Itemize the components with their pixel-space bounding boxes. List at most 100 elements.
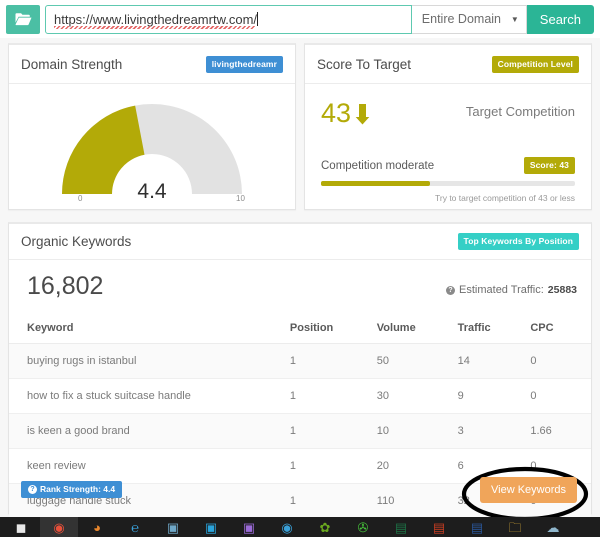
premiere-icon-glyph: ▣ <box>242 520 256 535</box>
cell-traffic: 9 <box>457 378 531 414</box>
green-app-icon-glyph: ✿ <box>319 520 331 535</box>
lightroom-icon-glyph: ▣ <box>166 520 180 535</box>
estimated-traffic-value: 25883 <box>547 284 577 296</box>
table-row[interactable]: buying rugs in istanbul 1 50 14 0 <box>9 343 591 379</box>
internet-explorer-icon-glyph: ℮ <box>131 520 139 535</box>
competition-note: Try to target competition of 43 or less <box>435 193 575 203</box>
top-keywords-badge: Top Keywords By Position <box>457 233 579 250</box>
chrome-icon-glyph: ◉ <box>53 520 65 535</box>
url-input-value: https://www.livingthedreamrtw.com/ <box>46 12 257 29</box>
search-button[interactable]: Search <box>526 4 594 34</box>
organic-keywords-title: Organic Keywords <box>21 234 132 249</box>
camtasia-icon[interactable]: ✇ <box>344 517 382 537</box>
start-icon[interactable]: ◼ <box>2 517 40 537</box>
green-app-icon[interactable]: ✿ <box>306 517 344 537</box>
chrome-icon[interactable]: ◉ <box>40 517 78 537</box>
powerpoint-icon[interactable]: ▤ <box>420 517 458 537</box>
cell-keyword: how to fix a stuck suitcase handle <box>9 378 290 414</box>
word-icon-glyph: ▤ <box>470 520 484 535</box>
excel-icon[interactable]: ▤ <box>382 517 420 537</box>
score-to-target-card: Score To Target Competition Level 43 Tar… <box>304 43 592 210</box>
firefox-icon-glyph: ◕ <box>93 520 101 535</box>
domain-strength-card: Domain Strength livingthedreamr 4.4 0 10 <box>8 43 296 210</box>
table-header-row: Keyword Position Volume Traffic CPC <box>9 313 591 344</box>
estimated-traffic: ? Estimated Traffic: 25883 <box>446 284 577 301</box>
organic-keywords-summary: 16,802 ? Estimated Traffic: 25883 <box>9 260 591 301</box>
score-badge: Score: 43 <box>523 157 575 174</box>
score-value-group: 43 <box>321 98 370 129</box>
start-icon-glyph: ◼ <box>15 520 27 535</box>
cell-cpc: 1.66 <box>530 413 591 449</box>
gauge-value: 4.4 <box>137 180 167 203</box>
gauge-max-label: 10 <box>236 194 245 203</box>
onedrive-icon-glyph: ☁ <box>546 520 560 535</box>
organic-keywords-footer: ? Rank Strength: 4.4 View Keywords <box>9 466 591 522</box>
table-row[interactable]: how to fix a stuck suitcase handle 1 30 9 0 <box>9 378 591 414</box>
powerpoint-icon-glyph: ▤ <box>432 520 446 535</box>
user-account-icon-glyph: ◉ <box>281 520 293 535</box>
cell-position: 1 <box>289 378 377 414</box>
col-keyword[interactable]: Keyword <box>9 313 290 344</box>
cell-traffic: 3 <box>457 413 531 449</box>
lightroom-icon[interactable]: ▣ <box>154 517 192 537</box>
rank-strength-label: Rank Strength: 4.4 <box>40 484 116 494</box>
help-icon[interactable]: ? <box>446 285 456 295</box>
scope-select-value: Entire Domain <box>421 12 501 26</box>
rank-strength-badge: ? Rank Strength: 4.4 <box>21 481 123 498</box>
organic-keywords-count: 16,802 <box>27 272 104 300</box>
organic-keywords-card: Organic Keywords Top Keywords By Positio… <box>8 222 592 522</box>
score-row: 43 Target Competition <box>321 98 575 129</box>
chevron-down-icon: ▼ <box>510 14 519 24</box>
url-input[interactable]: https://www.livingthedreamrtw.com/ <box>45 4 412 34</box>
cell-keyword: buying rugs in istanbul <box>9 343 290 379</box>
arrow-down-icon <box>355 103 370 124</box>
file-explorer-icon-glyph: 🗀 <box>508 520 522 535</box>
cell-volume: 50 <box>376 343 458 379</box>
file-explorer-icon[interactable]: 🗀 <box>496 517 534 537</box>
photoshop-icon[interactable]: ▣ <box>192 517 230 537</box>
word-icon[interactable]: ▤ <box>458 517 496 537</box>
competition-bar-track <box>321 181 575 186</box>
windows-taskbar: ◼ ◉ ◕ ℮ ▣ ▣ ▣ ◉ ✿ ✇ ▤ ▤ ▤ 🗀 ☁ <box>0 517 600 537</box>
col-cpc[interactable]: CPC <box>530 313 591 344</box>
firefox-icon[interactable]: ◕ <box>78 517 116 537</box>
help-icon-rank[interactable]: ? <box>28 484 37 494</box>
score-value: 43 <box>321 98 352 128</box>
onedrive-icon[interactable]: ☁ <box>534 517 572 537</box>
score-to-target-body: 43 Target Competition Competition modera… <box>305 84 591 210</box>
cell-position: 1 <box>289 343 377 379</box>
table-row[interactable]: is keen a good brand 1 10 3 1.66 <box>9 413 591 449</box>
cell-cpc: 0 <box>530 343 591 379</box>
score-to-target-header: Score To Target Competition Level <box>305 45 591 84</box>
cell-volume: 30 <box>376 378 458 414</box>
domain-strength-gauge: 4.4 0 10 <box>9 84 295 210</box>
domain-strength-title: Domain Strength <box>21 56 123 72</box>
col-position[interactable]: Position <box>289 313 377 344</box>
competition-row: Competition moderate Score: 43 <box>321 157 575 174</box>
photoshop-icon-glyph: ▣ <box>204 520 218 535</box>
text-caret <box>257 12 259 26</box>
col-volume[interactable]: Volume <box>376 313 458 344</box>
domain-badge: livingthedreamr <box>205 55 283 73</box>
domain-strength-header: Domain Strength livingthedreamr <box>9 45 295 84</box>
folder-icon[interactable] <box>6 4 40 34</box>
scope-select[interactable]: Entire Domain ▼ <box>411 4 527 34</box>
competition-text: Competition moderate <box>321 159 435 172</box>
cell-volume: 10 <box>376 413 458 449</box>
premiere-icon[interactable]: ▣ <box>230 517 268 537</box>
camtasia-icon-glyph: ✇ <box>357 520 369 535</box>
folder-glyph <box>15 13 31 26</box>
gauge-min-label: 0 <box>78 194 83 203</box>
organic-keywords-header: Organic Keywords Top Keywords By Positio… <box>9 224 591 260</box>
search-bar: https://www.livingthedreamrtw.com/ Entir… <box>0 0 600 38</box>
view-keywords-button[interactable]: View Keywords <box>480 477 577 503</box>
target-competition-label: Target Competition <box>465 104 575 119</box>
score-to-target-title: Score To Target <box>317 56 412 72</box>
internet-explorer-icon[interactable]: ℮ <box>116 517 154 537</box>
user-account-icon[interactable]: ◉ <box>268 517 306 537</box>
cell-cpc: 0 <box>530 378 591 414</box>
col-traffic[interactable]: Traffic <box>457 313 531 344</box>
cell-position: 1 <box>289 413 377 449</box>
cell-traffic: 14 <box>457 343 531 379</box>
competition-level-badge: Competition Level <box>491 55 579 73</box>
